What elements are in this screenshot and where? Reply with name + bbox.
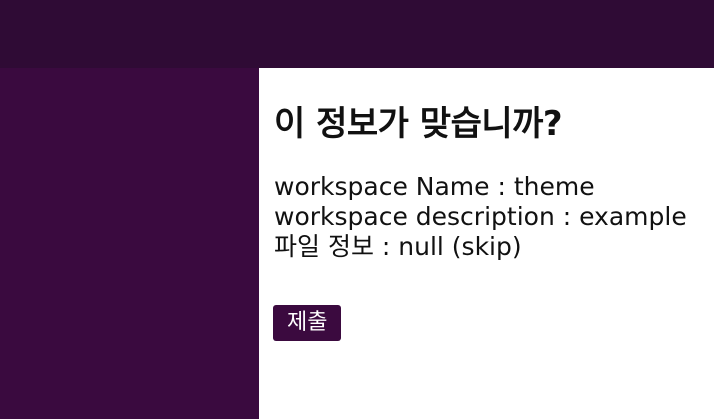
workspace-name-row: workspace Name : theme — [274, 172, 595, 201]
main-content: 이 정보가 맞습니까? workspace Name : theme works… — [259, 68, 714, 419]
workspace-info: workspace Name : theme workspace descrip… — [274, 172, 687, 262]
workspace-description-row: workspace description : example — [274, 202, 687, 231]
page-title: 이 정보가 맞습니까? — [274, 104, 563, 144]
file-info-row: 파일 정보 : null (skip) — [274, 232, 522, 261]
sidebar — [0, 68, 259, 419]
top-bar — [0, 0, 714, 68]
submit-button[interactable]: 제출 — [273, 305, 342, 341]
